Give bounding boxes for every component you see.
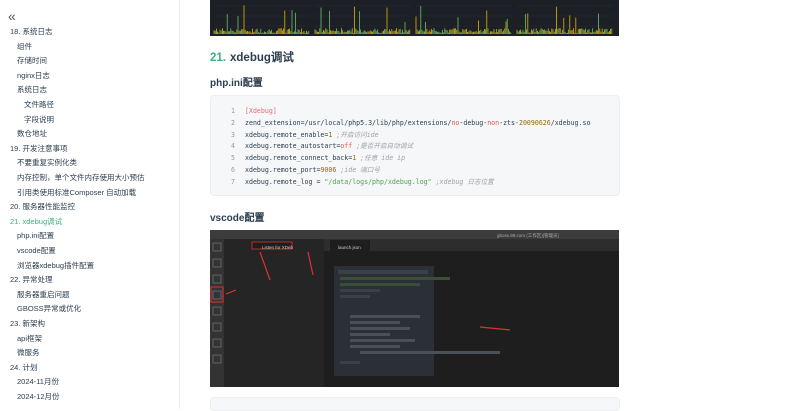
sidebar-item[interactable]: api框架 xyxy=(17,334,42,344)
vscode-activity-bar xyxy=(210,239,224,387)
sidebar: « 18. 系统日志组件存储时间 nginx日志 系统日志文件路径字段说明数仓地址 1… xyxy=(0,0,180,409)
vscode-tab-label: launch.json xyxy=(338,245,361,250)
sidebar-item[interactable]: 存储时间 xyxy=(17,56,47,66)
sidebar-item[interactable]: 18. 系统日志 xyxy=(10,27,53,37)
sidebar-item[interactable]: 文件路径 xyxy=(24,100,54,110)
double-chevron-left-icon[interactable]: « xyxy=(8,9,16,23)
vscode-screenshot: Listen for XDeb launch.json gboss.99.com… xyxy=(210,230,619,387)
phpini-heading: php.ini配置 xyxy=(210,78,263,89)
code-token: ;是否开启自动调试 xyxy=(352,142,413,151)
code-line-number: 6 xyxy=(231,166,235,174)
vscode-code-bar xyxy=(338,270,428,274)
code-line-text: xdebug.remote_connect_back=1 ;任意 ide ip xyxy=(245,153,405,164)
code-token: non xyxy=(487,118,500,127)
code-line-number: 4 xyxy=(231,142,235,151)
code-token: -zts- xyxy=(499,118,519,127)
vscode-screenshot-image xyxy=(210,230,619,387)
code-line-number: 3 xyxy=(231,130,235,139)
code-line-text: xdebug.remote_log = "/data/logs/php/xdeb… xyxy=(245,177,494,188)
sidebar-item[interactable]: 21. xdebug调试 xyxy=(10,217,62,227)
vscode-code-bar xyxy=(350,339,415,342)
code-line-text: [Xdebug] xyxy=(245,106,277,117)
code-line-text: xdebug.remote_port=9006 ;ide 端口号 xyxy=(245,165,380,176)
code-block: 1 [Xdebug] 2 zend_extension=/usr/local/php5… xyxy=(210,95,620,196)
vscode-code-bar xyxy=(350,315,420,318)
code-token: [Xdebug] xyxy=(245,107,277,115)
sidebar-item[interactable]: vscode配置 xyxy=(17,246,56,256)
code-token: /xdebug.so xyxy=(550,118,591,127)
sidebar-item[interactable]: 2024-12月份 xyxy=(17,392,60,402)
sidebar-item[interactable]: 24. 计划 xyxy=(10,363,38,373)
code-token: = xyxy=(312,177,325,186)
section-number: 21. xyxy=(210,52,226,64)
vscode-code-bar xyxy=(340,289,380,292)
sidebar-item[interactable]: 组件 xyxy=(17,42,32,52)
sidebar-item[interactable]: 服务器重启问题 xyxy=(17,290,70,300)
vscode-heading: vscode配置 xyxy=(210,213,265,224)
vscode-debug-config: Listen for XDeb xyxy=(262,245,294,250)
sidebar-item[interactable]: 内存控制，单个文件内存使用大小预估 xyxy=(17,173,145,183)
sidebar-item[interactable]: 20. 服务器性能监控 xyxy=(10,202,75,212)
code-token: xdebug.remote_connect_back xyxy=(245,154,349,163)
main-content: 21. xdebug调试 php.ini配置 1 [Xdebug] 2 zend_ext… xyxy=(180,0,800,411)
sidebar-item[interactable]: 22. 异常处理 xyxy=(10,275,53,285)
sidebar-item[interactable]: 系统日志 xyxy=(17,85,47,95)
sidebar-item[interactable]: php.ini配置 xyxy=(17,231,54,241)
code-token: ;开启访问ide xyxy=(332,130,379,139)
sidebar-item[interactable]: 19. 开发注意事项 xyxy=(10,144,68,154)
code-line-text: xdebug.remote_enable=1 ;开启访问ide xyxy=(245,130,379,141)
vscode-code-bar xyxy=(350,345,400,348)
vscode-code-bar xyxy=(340,283,420,286)
vscode-code-bar xyxy=(360,351,500,354)
section-title: xdebug调试 xyxy=(230,52,294,64)
code-line-number: 1 xyxy=(231,107,235,115)
code-line-number: 2 xyxy=(231,118,235,127)
section-heading: 21. xdebug调试 xyxy=(210,49,294,65)
sidebar-item[interactable]: 23. 新架构 xyxy=(10,319,45,329)
code-line-number: 7 xyxy=(231,177,235,186)
code-token: =/usr/local/php5.3/lib/php/extensions/ xyxy=(300,118,452,127)
sidebar-item[interactable]: GBOSS异常或优化 xyxy=(17,304,81,314)
vscode-code-bar xyxy=(350,321,400,324)
code-line-number: 5 xyxy=(231,154,235,163)
code-token: "/data/logs/php/xdebug.log" xyxy=(324,177,432,186)
code-token: -debug- xyxy=(459,118,488,127)
monitor-chart-image xyxy=(213,5,613,34)
vscode-code-bar xyxy=(340,361,360,364)
code-token: ;xdebug 日志位置 xyxy=(431,177,494,186)
sidebar-item[interactable]: 浏览器xdebug插件配置 xyxy=(17,261,94,271)
sidebar-item[interactable]: 数仓地址 xyxy=(17,129,47,139)
code-token: off xyxy=(340,142,353,151)
code-line-text: zend_extension=/usr/local/php5.3/lib/php… xyxy=(245,118,590,129)
sidebar-item[interactable]: 引用类使用标准Composer 自动加载 xyxy=(17,188,136,198)
monitor-chart-screenshot xyxy=(210,0,619,36)
code-token: ;ide 端口号 xyxy=(336,166,380,174)
vscode-code-bar xyxy=(350,333,390,336)
sidebar-item[interactable]: nginx日志 xyxy=(17,71,50,81)
sidebar-item[interactable]: 微服务 xyxy=(17,348,40,358)
sidebar-item[interactable]: 不要重复实例化类 xyxy=(17,158,77,168)
code-token: xdebug.remote_port xyxy=(245,166,317,174)
code-token: 20090626 xyxy=(518,118,551,127)
code-token: zend_extension xyxy=(245,118,301,127)
vscode-side-panel xyxy=(224,239,324,387)
code-line-text: xdebug.remote_autostart=off ;是否开启自动调试 xyxy=(245,141,413,152)
code-token: xdebug.remote_autostart xyxy=(245,142,337,151)
code-token: ;任意 ide ip xyxy=(356,154,406,163)
sidebar-item[interactable]: 字段说明 xyxy=(24,115,54,125)
code-token: 9006 xyxy=(320,166,337,174)
code-token: xdebug.remote_enable xyxy=(245,130,325,139)
vscode-code-bar xyxy=(340,277,450,280)
code-token: xdebug.remote_log xyxy=(245,177,313,186)
vscode-window-title: gboss.99.com (工作区)[管理员] xyxy=(497,233,559,238)
vscode-code-bar xyxy=(340,295,370,298)
sidebar-item[interactable]: 2024-11月份 xyxy=(17,377,59,387)
vscode-code-bar xyxy=(350,327,410,330)
